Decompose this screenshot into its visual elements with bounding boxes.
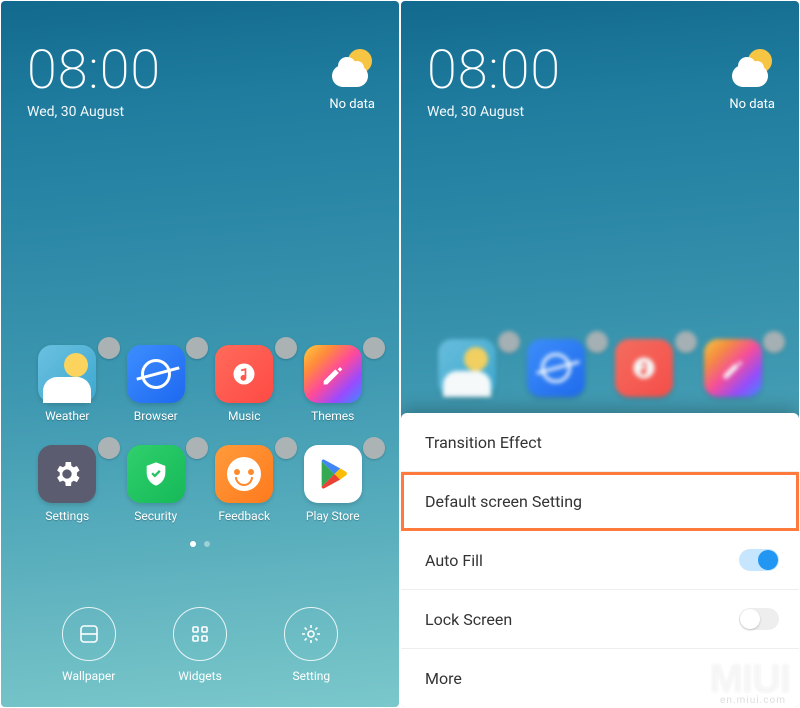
clock-date: Wed, 30 August [427, 104, 561, 120]
settings-icon [38, 445, 96, 503]
app-grid: Weather Browser Music Themes [1, 345, 399, 523]
app-music[interactable]: Music [200, 345, 289, 423]
remove-badge-icon[interactable] [363, 337, 385, 359]
music-icon [615, 339, 673, 397]
music-icon [215, 345, 273, 403]
browser-icon [127, 345, 185, 403]
clock-date: Wed, 30 August [27, 104, 161, 120]
toggle-auto-fill[interactable] [739, 549, 779, 571]
app-settings[interactable]: Settings [23, 445, 112, 523]
clock-widget[interactable]: 08:00 Wed, 30 August [427, 39, 561, 120]
page-dot [204, 541, 210, 547]
sheet-row-transition-effect[interactable]: Transition Effect [401, 413, 799, 472]
setting-icon [284, 607, 338, 661]
sheet-row-lock-screen[interactable]: Lock Screen [401, 590, 799, 649]
weather-status: No data [329, 97, 375, 112]
app-weather[interactable]: Weather [23, 345, 112, 423]
toggle-lock-screen[interactable] [739, 608, 779, 630]
remove-badge-icon[interactable] [363, 437, 385, 459]
page-dot-active [190, 541, 196, 547]
wallpaper-icon [62, 607, 116, 661]
clock-time: 08:00 [427, 39, 561, 102]
app-security[interactable]: Security [112, 445, 201, 523]
themes-icon [704, 339, 762, 397]
app-grid-blurred [401, 339, 799, 397]
app-playstore[interactable]: Play Store [289, 445, 378, 523]
homescreen-edit-view: 08:00 Wed, 30 August No data Weather Bro… [1, 1, 399, 707]
page-indicator[interactable] [1, 541, 399, 547]
weather-widget[interactable]: No data [729, 47, 775, 112]
edit-actions-bar: Wallpaper Widgets Setting [1, 607, 399, 683]
weather-partly-cloudy-icon [330, 47, 374, 91]
feedback-icon [215, 445, 273, 503]
wallpaper-button[interactable]: Wallpaper [62, 607, 116, 683]
setting-button[interactable]: Setting [284, 607, 338, 683]
widgets-button[interactable]: Widgets [173, 607, 227, 683]
clock-widget[interactable]: 08:00 Wed, 30 August [27, 39, 161, 120]
themes-icon [304, 345, 362, 403]
sheet-row-default-screen-setting[interactable]: Default screen Setting [401, 472, 799, 531]
miui-watermark-sub: en.miui.com [720, 695, 786, 706]
weather-icon [438, 339, 496, 397]
weather-status: No data [729, 97, 775, 112]
browser-icon [527, 339, 585, 397]
weather-partly-cloudy-icon [730, 47, 774, 91]
app-feedback[interactable]: Feedback [200, 445, 289, 523]
homescreen-settings-sheet-view: 08:00 Wed, 30 August No data Transition … [401, 1, 799, 707]
security-icon [127, 445, 185, 503]
playstore-icon [304, 445, 362, 503]
weather-widget[interactable]: No data [329, 47, 375, 112]
clock-time: 08:00 [27, 39, 161, 102]
app-browser[interactable]: Browser [112, 345, 201, 423]
app-themes[interactable]: Themes [289, 345, 378, 423]
widgets-icon [173, 607, 227, 661]
sheet-row-auto-fill[interactable]: Auto Fill [401, 531, 799, 590]
weather-icon [38, 345, 96, 403]
remove-badge-icon [763, 331, 785, 353]
